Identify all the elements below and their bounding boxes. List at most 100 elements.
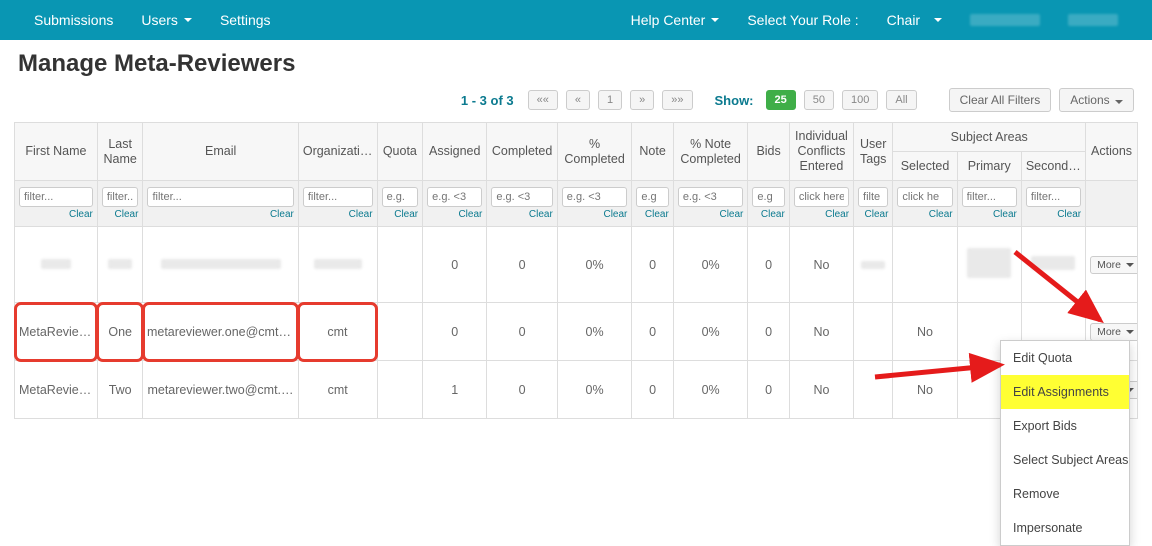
nav-user-redacted-2[interactable] xyxy=(1054,4,1132,36)
filter-completed[interactable] xyxy=(491,187,552,207)
filter-assigned[interactable] xyxy=(427,187,482,207)
cell: 0% xyxy=(673,303,748,361)
clear-filters-button[interactable]: Clear All Filters xyxy=(949,88,1052,112)
show-all-button[interactable]: All xyxy=(886,90,916,110)
menu-select-subject-areas[interactable]: Select Subject Areas xyxy=(1001,443,1129,477)
actions-button[interactable]: Actions xyxy=(1059,88,1134,112)
menu-edit-quota[interactable]: Edit Quota xyxy=(1001,341,1129,375)
cell: MetaReviewer xyxy=(15,303,98,361)
col-first[interactable]: First Name xyxy=(15,123,98,181)
page-title: Manage Meta-Reviewers xyxy=(0,40,1152,84)
nav-users[interactable]: Users xyxy=(127,2,206,38)
filter-secondary[interactable] xyxy=(1026,187,1081,207)
cell: 0% xyxy=(557,227,632,303)
show-label: Show: xyxy=(715,93,754,108)
page-num-button[interactable]: 1 xyxy=(598,90,622,110)
cell: 0 xyxy=(632,227,673,303)
col-tags[interactable]: User Tags xyxy=(854,123,893,181)
filter-quota[interactable] xyxy=(382,187,419,207)
col-quota[interactable]: Quota xyxy=(377,123,423,181)
clear-filter[interactable]: Clear xyxy=(603,209,627,220)
nav-settings[interactable]: Settings xyxy=(206,2,285,38)
clear-filter[interactable]: Clear xyxy=(1057,209,1081,220)
menu-remove[interactable]: Remove xyxy=(1001,477,1129,511)
actions-label: Actions xyxy=(1070,93,1109,107)
cell xyxy=(377,303,423,361)
page-last-button[interactable]: »» xyxy=(662,90,692,110)
col-conflicts[interactable]: Individual Conflicts Entered xyxy=(789,123,853,181)
cell: Two xyxy=(97,361,143,419)
page-first-button[interactable]: «« xyxy=(528,90,558,110)
chevron-down-icon xyxy=(184,18,192,22)
cell-link[interactable]: 1 xyxy=(423,361,487,419)
filter-primary[interactable] xyxy=(962,187,1017,207)
nav-role-value: Chair xyxy=(887,12,920,28)
col-pct[interactable]: % Completed xyxy=(557,123,632,181)
col-note[interactable]: Note xyxy=(632,123,673,181)
filter-tags[interactable] xyxy=(858,187,888,207)
nav-role-select[interactable]: Chair xyxy=(873,2,956,38)
filter-bids[interactable] xyxy=(752,187,784,207)
show-100-button[interactable]: 100 xyxy=(842,90,878,110)
col-primary[interactable]: Primary xyxy=(957,152,1021,181)
filter-pct[interactable] xyxy=(562,187,628,207)
more-dropdown: Edit Quota Edit Assignments Export Bids … xyxy=(1000,340,1130,546)
col-org[interactable]: Organization xyxy=(298,123,377,181)
filter-selected[interactable] xyxy=(897,187,952,207)
cell-link[interactable]: 0 xyxy=(423,303,487,361)
cell-link[interactable]: 0 xyxy=(423,227,487,303)
clear-filter[interactable]: Clear xyxy=(349,209,373,220)
clear-filter[interactable]: Clear xyxy=(761,209,785,220)
clear-filter[interactable]: Clear xyxy=(645,209,669,220)
clear-filter[interactable]: Clear xyxy=(865,209,889,220)
cell: 0 xyxy=(748,361,789,419)
col-last[interactable]: Last Name xyxy=(97,123,143,181)
clear-filter[interactable]: Clear xyxy=(719,209,743,220)
filter-first[interactable] xyxy=(19,187,93,207)
clear-filter[interactable]: Clear xyxy=(69,209,93,220)
menu-export-bids[interactable]: Export Bids xyxy=(1001,409,1129,443)
col-assigned[interactable]: Assigned xyxy=(423,123,487,181)
chevron-down-icon xyxy=(1126,330,1134,334)
clear-filter[interactable]: Clear xyxy=(270,209,294,220)
col-pctnote[interactable]: % Note Completed xyxy=(673,123,748,181)
cell: 0% xyxy=(557,303,632,361)
clear-filter[interactable]: Clear xyxy=(394,209,418,220)
filter-org[interactable] xyxy=(303,187,373,207)
page-next-button[interactable]: » xyxy=(630,90,654,110)
clear-filter[interactable]: Clear xyxy=(115,209,139,220)
clear-filter[interactable]: Clear xyxy=(529,209,553,220)
row-more-button[interactable]: More xyxy=(1090,256,1137,274)
filter-pctnote[interactable] xyxy=(678,187,744,207)
col-selected[interactable]: Selected xyxy=(893,152,957,181)
filter-conflicts[interactable] xyxy=(794,187,849,207)
menu-edit-assignments[interactable]: Edit Assignments xyxy=(1001,375,1129,409)
menu-impersonate[interactable]: Impersonate xyxy=(1001,511,1129,545)
filter-last[interactable] xyxy=(102,187,139,207)
row-more-button[interactable]: More xyxy=(1090,323,1137,341)
col-email[interactable]: Email xyxy=(143,123,298,181)
clear-filter[interactable]: Clear xyxy=(993,209,1017,220)
col-secondary[interactable]: Secondary xyxy=(1021,152,1085,181)
col-completed[interactable]: Completed xyxy=(487,123,557,181)
cell: No xyxy=(789,361,853,419)
chevron-down-icon xyxy=(934,18,942,22)
table-row: MetaReviewer One metareviewer.one@cmt.cm… xyxy=(15,303,1138,361)
page-prev-button[interactable]: « xyxy=(566,90,590,110)
clear-filter[interactable]: Clear xyxy=(929,209,953,220)
clear-filter[interactable]: Clear xyxy=(458,209,482,220)
cell xyxy=(377,361,423,419)
col-subject-areas: Subject Areas xyxy=(893,123,1086,152)
nav-submissions[interactable]: Submissions xyxy=(20,2,127,38)
cell: 0 xyxy=(487,303,557,361)
clear-filter[interactable]: Clear xyxy=(825,209,849,220)
cell: No xyxy=(893,361,957,419)
show-50-button[interactable]: 50 xyxy=(804,90,834,110)
col-bids[interactable]: Bids xyxy=(748,123,789,181)
nav-help[interactable]: Help Center xyxy=(617,2,734,38)
show-25-button[interactable]: 25 xyxy=(766,90,796,110)
paging-range: 1 - 3 of 3 xyxy=(461,93,514,108)
filter-email[interactable] xyxy=(147,187,293,207)
filter-note[interactable] xyxy=(636,187,668,207)
nav-user-redacted[interactable] xyxy=(956,4,1054,36)
